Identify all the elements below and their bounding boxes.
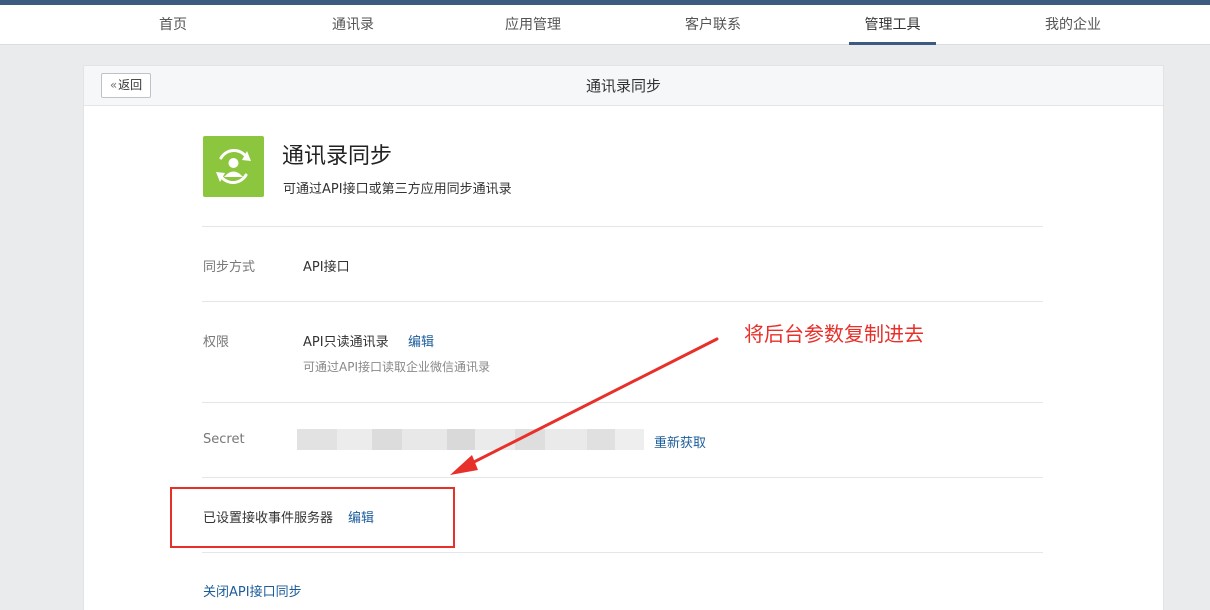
annotation-arrow-icon bbox=[450, 337, 719, 475]
